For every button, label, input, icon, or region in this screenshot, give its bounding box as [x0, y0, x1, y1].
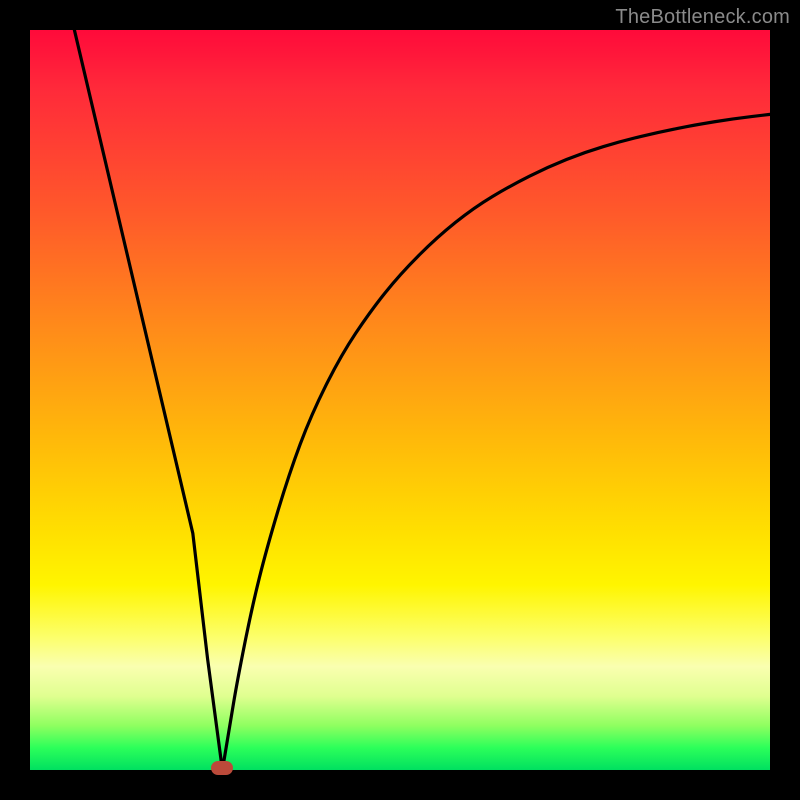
chart-plot-area — [30, 30, 770, 770]
watermark-text: TheBottleneck.com — [615, 6, 790, 29]
bottleneck-curve — [30, 30, 770, 770]
optimal-point-marker — [211, 761, 233, 775]
